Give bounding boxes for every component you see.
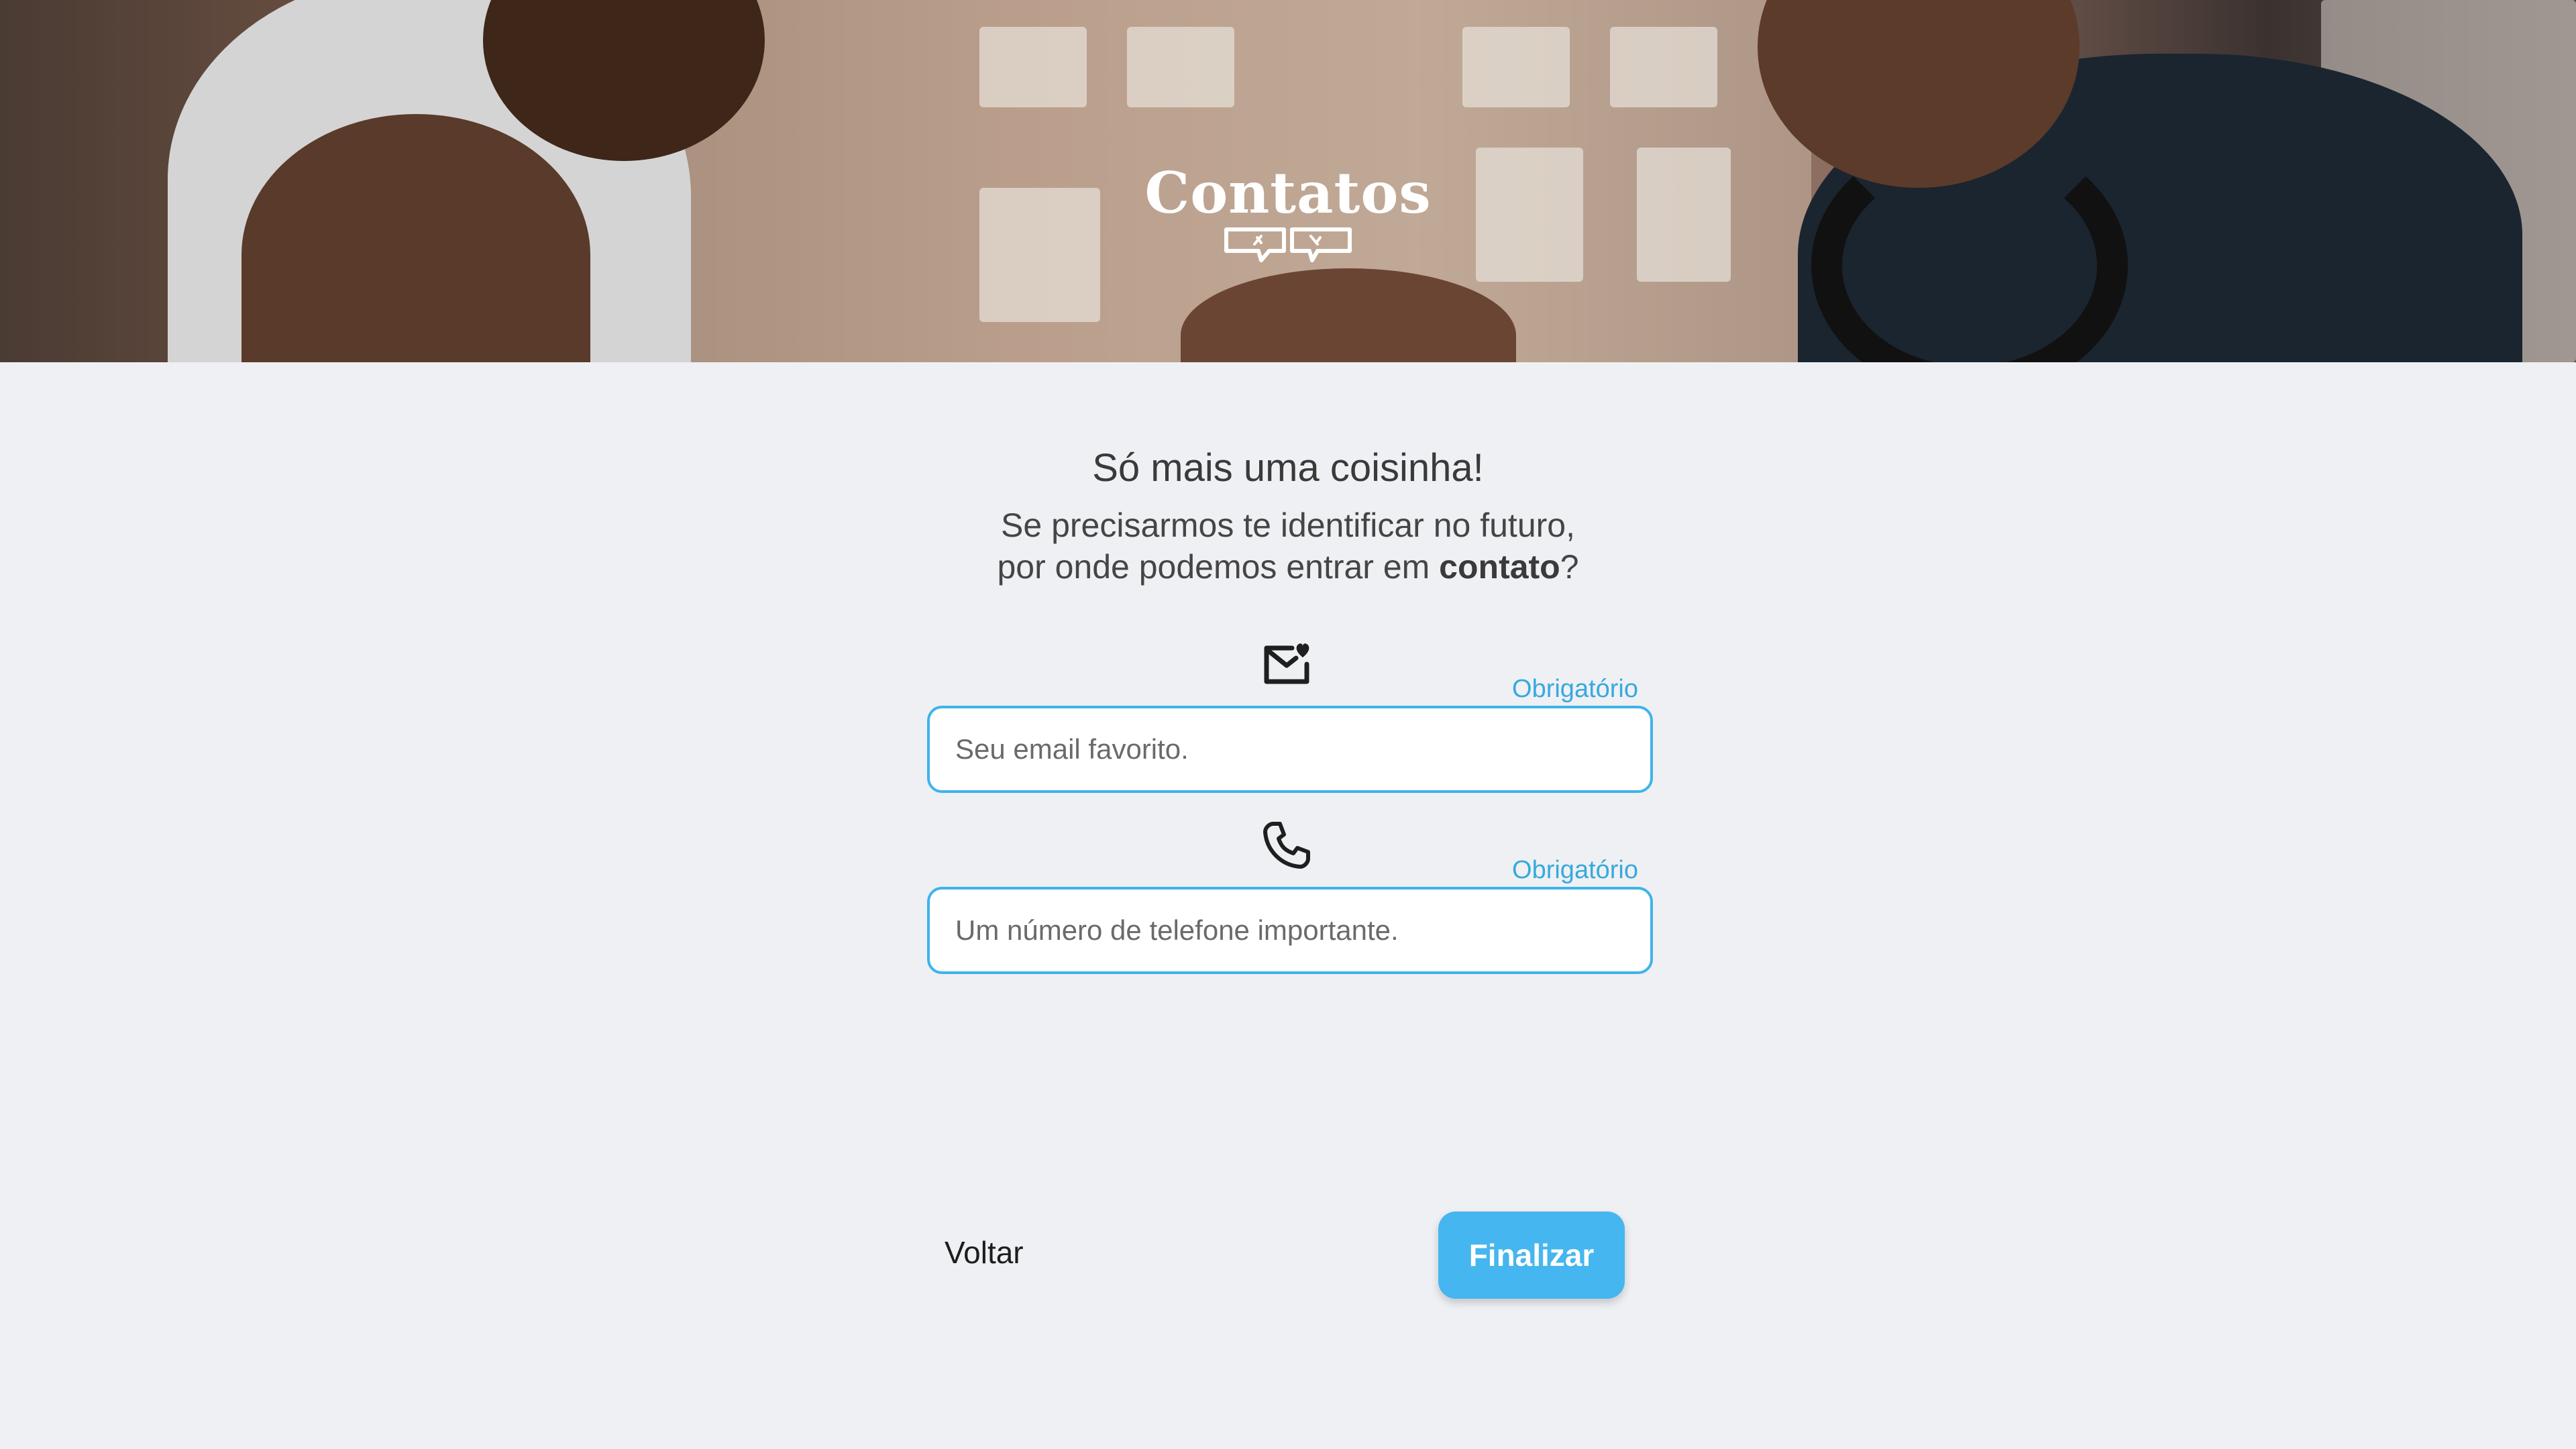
phone-field-container: [927, 887, 1653, 974]
section-subtitle: Se precisarmos te identificar no futuro,…: [0, 504, 2576, 588]
back-button[interactable]: Voltar: [945, 1234, 1024, 1271]
subtitle-line-1: Se precisarmos te identificar no futuro,: [1001, 506, 1575, 544]
section-heading: Só mais uma coisinha!: [1092, 446, 1484, 490]
email-field[interactable]: [930, 708, 1650, 790]
subtitle-line-2: por onde podemos entrar em contato?: [0, 546, 2576, 588]
hero-banner: Contatos: [0, 0, 2576, 362]
subtitle-emphasis: contato: [1439, 548, 1560, 586]
phone-field[interactable]: [930, 890, 1650, 971]
email-required-label: Obrigatório: [1512, 675, 1638, 703]
email-heart-icon: [1264, 643, 1309, 684]
email-field-container: [927, 706, 1653, 793]
chat-bubbles-icon: [1224, 227, 1352, 262]
finish-button[interactable]: Finalizar: [1438, 1212, 1625, 1299]
phone-required-label: Obrigatório: [1512, 856, 1638, 884]
page-title: Contatos: [1144, 160, 1432, 226]
subtitle-line-2-text: por onde podemos entrar em: [997, 548, 1440, 586]
phone-icon: [1263, 822, 1310, 869]
subtitle-line-2-end: ?: [1560, 548, 1579, 586]
